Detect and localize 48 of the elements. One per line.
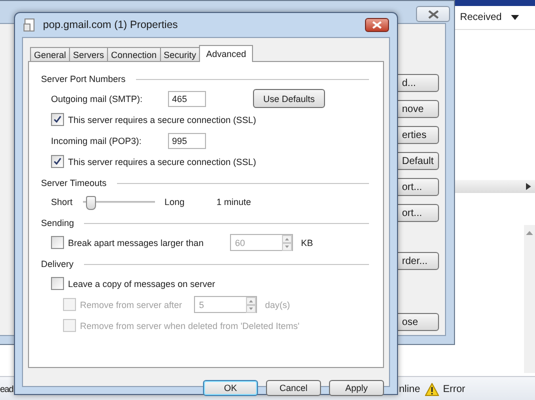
close-icon — [372, 21, 382, 29]
use-defaults-button[interactable]: Use Defaults — [253, 89, 325, 108]
checkbox-label: Break apart messages larger than — [68, 238, 205, 248]
input-field[interactable]: 465 — [168, 90, 206, 106]
field-label: Incoming mail (POP3): — [51, 136, 143, 146]
close-button[interactable] — [416, 6, 450, 22]
tab[interactable]: Advanced — [199, 45, 254, 62]
tab[interactable]: Connection — [107, 47, 161, 61]
close-icon — [428, 10, 438, 18]
section-heading: Delivery — [41, 259, 74, 269]
right-arrow-icon[interactable] — [526, 183, 531, 190]
dropdown-arrow-icon — [511, 15, 519, 20]
checkbox[interactable] — [51, 113, 64, 126]
input-field[interactable]: 995 — [168, 132, 206, 148]
checkbox-label: Remove from server when deleted from 'Deleted Items' — [80, 320, 300, 330]
section-heading: Server Timeouts — [41, 178, 107, 188]
warning-icon — [425, 382, 439, 396]
horizontal-scrollbar[interactable] — [455, 180, 535, 193]
tab[interactable]: Security — [160, 47, 200, 61]
up-arrow-icon[interactable] — [526, 231, 533, 235]
vertical-scrollbar[interactable] — [524, 225, 535, 373]
checkbox[interactable] — [51, 236, 64, 249]
tab[interactable]: Servers — [69, 47, 108, 61]
slider-max-label: Long — [164, 197, 185, 207]
section-heading: Sending — [41, 218, 74, 228]
dialog-button[interactable]: Apply — [329, 380, 384, 396]
checkbox-label: This server requires a secure connection (SSL) — [68, 114, 256, 124]
checkbox[interactable] — [51, 155, 64, 168]
checkbox-label: Remove from server after — [80, 300, 184, 310]
status-text: nline — [399, 384, 420, 394]
slider-min-label: Short — [51, 197, 73, 207]
dialog-button[interactable]: OK — [203, 380, 258, 396]
tab[interactable]: General — [30, 47, 70, 61]
checkbox[interactable] — [51, 277, 64, 290]
section-heading: Server Port Numbers — [41, 74, 126, 84]
unit-label: day(s) — [265, 300, 290, 310]
status-text: Error — [443, 384, 466, 394]
timeout-value: 1 minute — [216, 197, 252, 207]
window-title: pop.gmail.com (1) Properties — [43, 19, 178, 31]
checkbox-label: Leave a copy of messages on server — [68, 278, 216, 288]
checkbox-label: This server requires a secure connection (SSL) — [68, 156, 256, 166]
field-label: Outgoing mail (SMTP): — [51, 94, 144, 104]
slider-thumb[interactable] — [86, 196, 96, 210]
unit-label: KB — [301, 238, 314, 248]
document-icon — [23, 18, 37, 32]
dialog-button[interactable]: Cancel — [266, 380, 321, 396]
status-text: ead — [0, 384, 14, 394]
close-button[interactable] — [365, 18, 389, 32]
